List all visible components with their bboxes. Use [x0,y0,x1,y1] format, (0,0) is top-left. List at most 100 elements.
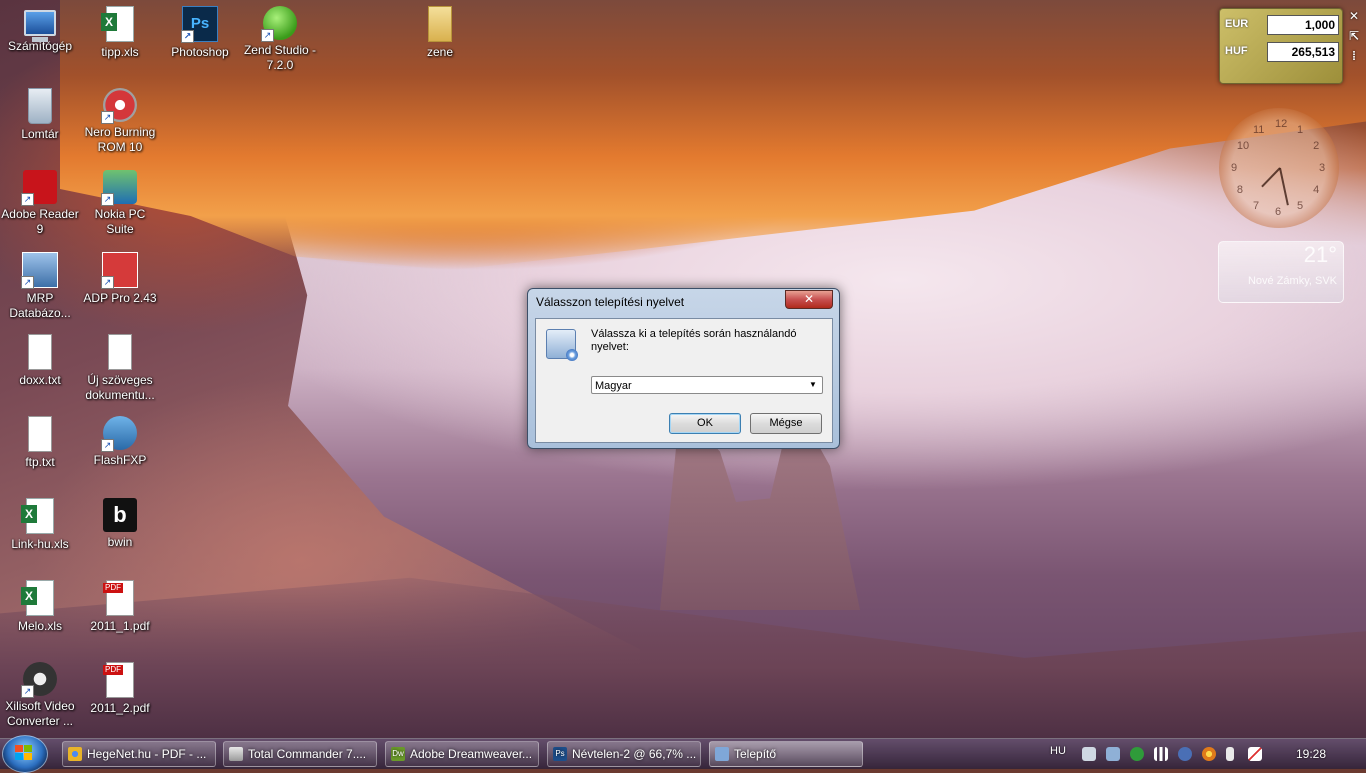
bluetooth-icon[interactable] [1178,747,1192,761]
currency-from-value[interactable]: 1,000 [1267,15,1339,35]
wallpaper-butte [660,430,860,610]
currency-row-from: EUR 1,000 [1225,15,1339,35]
taskbar-item-label: Adobe Dreamweaver... [410,747,533,761]
desktop-icon-melo-xls[interactable]: Melo.xls [0,576,80,634]
desktop-icon-xilisoft[interactable]: ↗ Xilisoft Video Converter ... [0,658,80,729]
desktop-icon-label: Lomtár [21,127,59,141]
currency-row-to: HUF 265,513 [1225,42,1339,62]
dialog-title: Válasszon telepítési nyelvet [536,295,685,309]
pdf-file-icon [103,662,134,698]
currency-to-value[interactable]: 265,513 [1267,42,1339,62]
desktop-icon-link-hu-xls[interactable]: Link-hu.xls [0,494,80,552]
desktop-icon-photoshop[interactable]: Ps ↗ Photoshop [160,2,240,60]
desktop-icon-2011-2-pdf[interactable]: 2011_2.pdf [80,658,160,716]
desktop-icon-label: zene [426,45,454,59]
gadget-drag-icon[interactable]: ⁞ [1346,48,1362,64]
cancel-button[interactable]: Mégse [750,413,822,434]
excel-file-icon [101,6,134,42]
clock-hour-hand [1261,167,1281,188]
desktop-icon-doxx-txt[interactable]: doxx.txt [0,330,80,388]
weather-temperature: 21° [1303,242,1337,267]
clock-time[interactable]: 19:28 [1296,747,1326,761]
desktop-icon-tipp-xls[interactable]: tipp.xls [80,2,160,60]
zend-studio-icon: ↗ [261,6,297,42]
photoshop-icon: Ps [553,747,567,761]
currency-gadget: EUR 1,000 HUF 265,513 [1219,8,1343,84]
desktop-icon-ftp-txt[interactable]: ftp.txt [0,412,80,470]
dreamweaver-icon: Dw [391,747,405,761]
gadget-close-icon[interactable]: ✕ [1346,8,1362,24]
start-button[interactable] [2,735,48,773]
weather-gadget[interactable]: 21° Nové Zámky, SVK [1218,241,1344,303]
shortcut-arrow-icon: ↗ [101,193,114,206]
taskbar-item-hegenet[interactable]: HegeNet.hu - PDF - ... [62,741,216,767]
gadget-size-icon[interactable]: ⇱ [1346,28,1362,44]
signal-strength-icon[interactable] [1154,747,1168,761]
desktop-icon-2011-1-pdf[interactable]: 2011_1.pdf [80,576,160,634]
shortcut-arrow-icon: ↗ [261,29,274,42]
ok-button[interactable]: OK [669,413,741,434]
excel-file-icon [21,498,54,534]
desktop-icon-label: Új szöveges dokumentu... [85,373,155,402]
desktop-icon-adobe-reader[interactable]: ↗ Adobe Reader 9 [0,166,80,237]
chevron-down-icon[interactable]: ▼ [806,378,820,392]
clock-minute-hand [1279,167,1289,206]
clock-gadget[interactable]: 12 1 2 3 4 5 6 7 8 9 10 11 [1219,108,1339,228]
logo-quad [15,753,23,760]
desktop-icon-label: ftp.txt [25,455,55,469]
taskbar-item-photoshop[interactable]: Ps Névtelen-2 @ 66,7% ... [547,741,701,767]
gadget-controls: ✕ ⇱ ⁞ [1346,8,1364,68]
battery-icon[interactable] [1226,747,1234,761]
desktop-icon-adp-pro[interactable]: ↗ ADP Pro 2.43 [80,248,160,306]
bwin-icon: b [103,498,137,532]
adobe-reader-icon: ↗ [21,170,57,206]
update-icon[interactable] [1202,747,1216,761]
taskbar-item-dreamweaver[interactable]: Dw Adobe Dreamweaver... [385,741,539,767]
shortcut-arrow-icon: ↗ [101,276,114,289]
volume-muted-icon[interactable] [1248,747,1262,761]
logo-quad [24,745,32,752]
taskbar-item-total-commander[interactable]: Total Commander 7.... [223,741,377,767]
dialog-body: Válassza ki a telepítés során használand… [535,318,833,443]
language-indicator[interactable]: HU [1050,745,1066,757]
logo-quad [24,753,32,760]
desktop-icon-label: Nero Burning ROM 10 [84,125,156,154]
text-file-icon [108,334,132,370]
shortcut-arrow-icon: ↗ [101,111,114,124]
currency-from-code[interactable]: EUR [1225,18,1248,30]
desktop-icon-flashfxp[interactable]: ↗ FlashFXP [80,412,160,468]
tool-icon[interactable] [1082,747,1096,761]
desktop-icon-nero[interactable]: ↗ Nero Burning ROM 10 [80,84,160,155]
desktop-icon-label: tipp.xls [101,45,139,59]
desktop-icon-bwin[interactable]: b bwin [80,494,160,550]
desktop-icon-mrp[interactable]: ↗ MRP Databázo... [0,248,80,321]
excel-file-icon [21,580,54,616]
dialog-message: Válassza ki a telepítés során használand… [591,328,797,353]
language-select-value: Magyar [595,380,632,392]
utorrent-icon[interactable] [1130,747,1144,761]
desktop-icon-label: Adobe Reader 9 [1,207,79,236]
desktop-icon-new-text-document[interactable]: Új szöveges dokumentu... [80,330,160,403]
language-select[interactable]: Magyar ▼ [591,376,823,394]
flashfxp-icon: ↗ [101,416,137,452]
taskbar-item-label: HegeNet.hu - PDF - ... [87,747,207,761]
close-icon: ✕ [803,292,815,306]
dialog-close-button[interactable]: ✕ [785,290,833,309]
desktop-icon-zend-studio[interactable]: ↗ Zend Studio - 7.2.0 [240,2,320,73]
desktop-icon-zene[interactable]: zene [400,2,480,60]
taskbar-item-label: Telepítő [734,747,777,761]
text-file-icon [28,334,52,370]
network-device-icon[interactable] [1106,747,1120,761]
shortcut-arrow-icon: ↗ [101,439,114,452]
desktop-icon-nokia-pc-suite[interactable]: ↗ Nokia PC Suite [80,166,160,237]
currency-to-code[interactable]: HUF [1225,45,1248,57]
clock-numeral: 11 [1253,123,1265,136]
desktop-icon-recycle-bin[interactable]: Lomtár [0,84,80,142]
text-file-icon [28,416,52,452]
photoshop-icon: Ps ↗ [181,6,218,43]
nero-icon: ↗ [101,88,137,124]
desktop-icon-computer[interactable]: Számítógép [0,2,80,54]
taskbar-item-installer[interactable]: Telepítő [709,741,863,767]
shortcut-arrow-icon: ↗ [21,193,34,206]
clock-numeral: 8 [1236,184,1244,196]
